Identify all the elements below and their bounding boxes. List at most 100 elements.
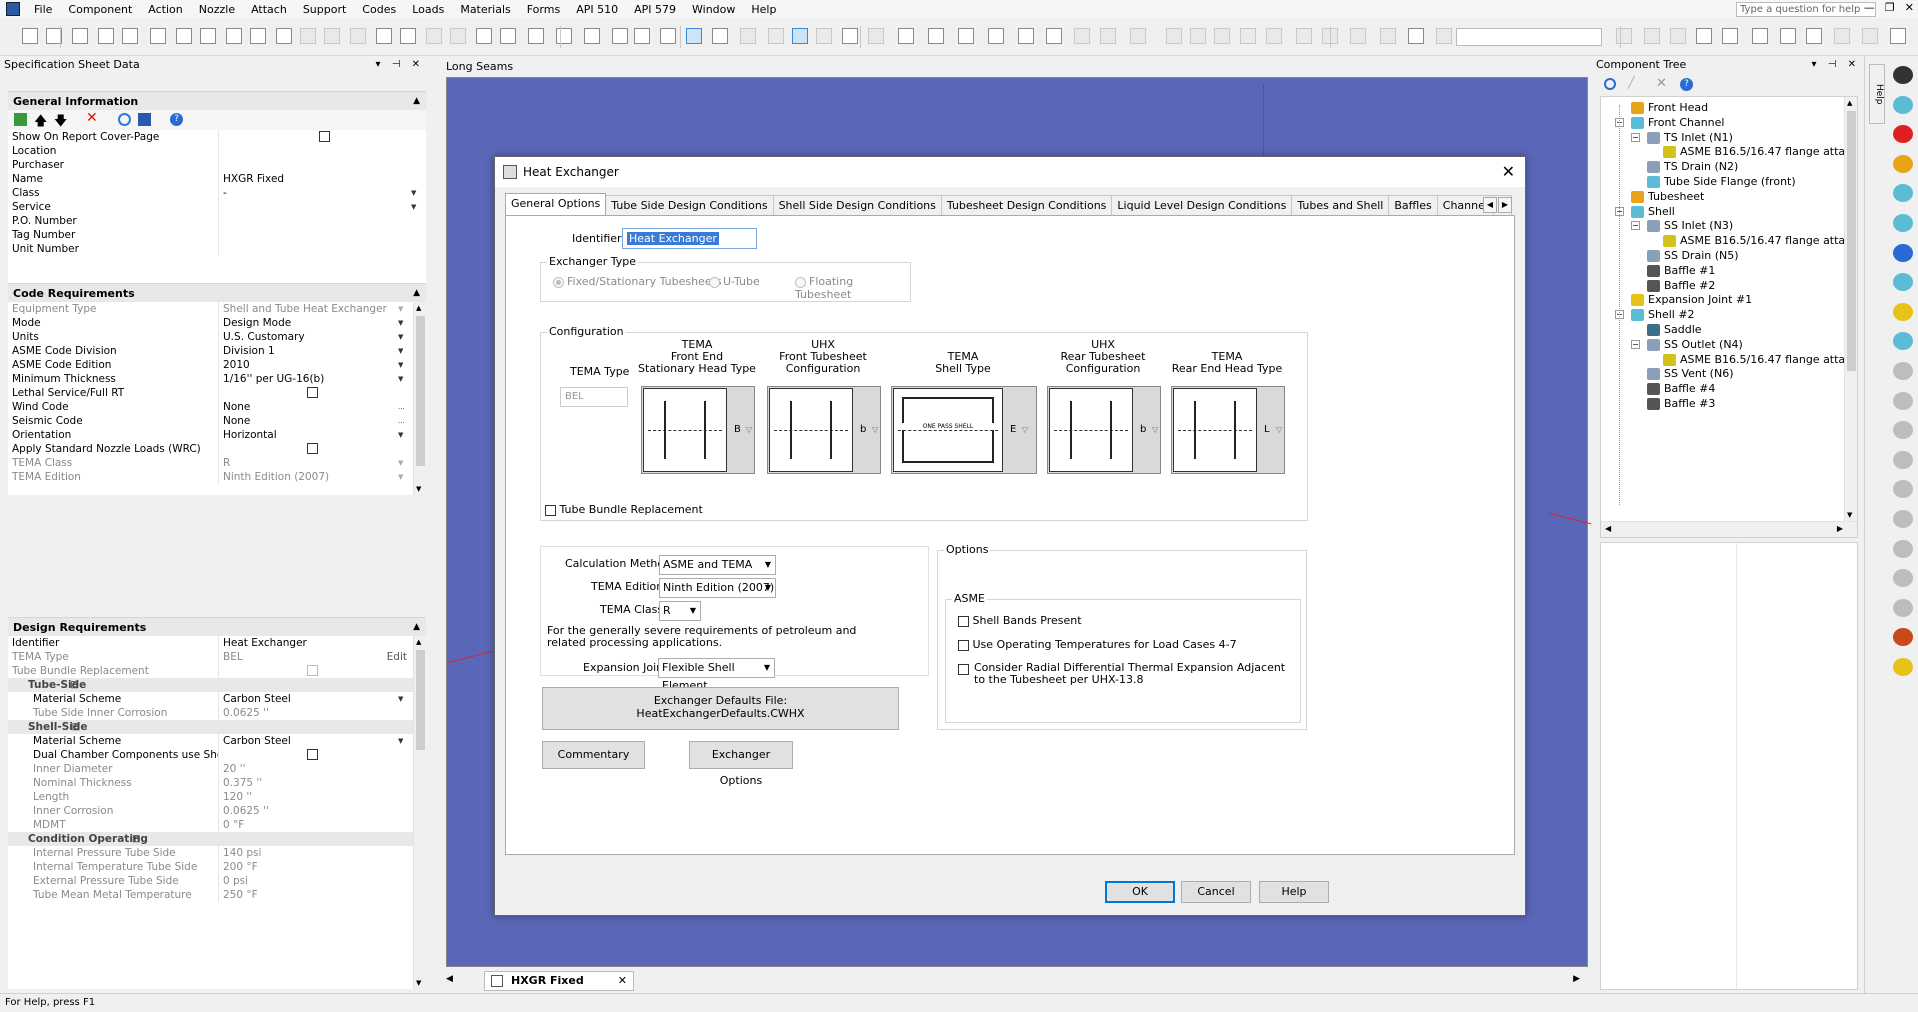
panel-buttons[interactable]: ▾ ⊣ ✕ [376, 56, 424, 74]
tube-bundle-replacement-check[interactable]: Tube Bundle Replacement [545, 503, 703, 516]
exchanger-options-button[interactable]: Exchanger Options [689, 741, 793, 787]
menu-item[interactable]: Action [140, 3, 190, 16]
tema-class-select[interactable]: R ▼ [659, 601, 701, 621]
property-value[interactable]: 2010 ▼ [218, 358, 413, 372]
tree-item[interactable]: Baffle #3 [1647, 395, 1715, 413]
toolbar-button-icon[interactable] [1214, 28, 1230, 44]
property-row[interactable]: ASME Code Edition 2010 ▼ [8, 358, 413, 372]
chevron-down-icon[interactable]: ▼ [398, 375, 407, 383]
chevron-down-icon[interactable]: ▼ [398, 695, 407, 703]
property-row[interactable]: Orientation Horizontal ▼ [8, 428, 413, 442]
chevron-down-icon[interactable]: ▼ [398, 459, 407, 467]
toolbar-button-icon[interactable] [868, 28, 884, 44]
toolbar-button-icon[interactable] [1100, 28, 1116, 44]
collapse-icon[interactable]: ⊟ [132, 832, 141, 846]
toolbar-button-icon[interactable] [898, 28, 914, 44]
toolbar-button-icon[interactable] [1380, 28, 1396, 44]
palette-item-icon[interactable] [1893, 184, 1913, 203]
property-row[interactable]: Tube Mean Metal Temperature 250 °F [8, 888, 413, 902]
tab-baffles[interactable]: Baffles [1388, 195, 1438, 215]
toolbar-button-icon[interactable] [612, 28, 628, 44]
property-value[interactable]: 0.0625 '' [218, 706, 413, 720]
property-value[interactable]: Ninth Edition (2007) ▼ [218, 470, 413, 484]
minimize-icon[interactable]: — [1864, 1, 1875, 14]
move-up-icon[interactable]: 🡅 [34, 112, 47, 134]
property-row[interactable]: Inner Diameter 20 '' [8, 762, 413, 776]
tab-right-icon[interactable]: ▶ [1498, 197, 1512, 213]
palette-item-icon[interactable] [1893, 302, 1913, 321]
collapse-icon[interactable]: ⊟ [70, 678, 79, 692]
tree-scrollbar[interactable]: ▲ ▼ [1844, 97, 1857, 521]
config-select-4[interactable]: L ▽ [1171, 386, 1285, 474]
collapse-icon[interactable]: − [1631, 132, 1640, 142]
toolbar-button-icon[interactable] [740, 28, 756, 44]
tab-scroll-right-icon[interactable]: ▶ [1573, 974, 1580, 984]
property-row[interactable]: MDMT 0 °F [8, 818, 413, 832]
restore-icon[interactable]: ❐ [1885, 1, 1895, 14]
property-row[interactable]: Tube Side Inner Corrosion 0.0625 '' [8, 706, 413, 720]
property-row[interactable]: Units U.S. Customary ▼ [8, 330, 413, 344]
delete-icon[interactable]: ✕ [86, 110, 98, 126]
toolbar-button-icon[interactable] [400, 28, 416, 44]
property-row[interactable]: Show On Report Cover-Page [8, 130, 426, 144]
palette-item-icon[interactable] [1893, 658, 1913, 676]
property-value[interactable]: 0.0625 '' [218, 804, 413, 818]
menu-item[interactable]: Codes [354, 3, 404, 16]
property-row[interactable]: External Pressure Tube Side 0 psi [8, 874, 413, 888]
help-button[interactable]: Help [1259, 881, 1329, 903]
operating-temps-check[interactable]: Use Operating Temperatures for Load Case… [958, 638, 1237, 651]
property-row[interactable]: Identifier Heat Exchanger [8, 636, 413, 650]
toolbar-button-icon[interactable] [686, 28, 702, 44]
app-icon[interactable] [6, 2, 20, 16]
config-select-2[interactable]: ONE PASS SHELL E ▽ [891, 386, 1037, 474]
property-row[interactable]: Tag Number [8, 228, 426, 242]
property-row[interactable]: Nominal Thickness 0.375 '' [8, 776, 413, 790]
palette-item-icon[interactable] [1893, 598, 1913, 617]
toolbar-button-icon[interactable] [1408, 28, 1424, 44]
property-value[interactable]: 120 '' [218, 790, 413, 804]
property-row[interactable]: Length 120 '' [8, 790, 413, 804]
tema-type-input[interactable]: BEL [560, 387, 628, 407]
toolbar-combo[interactable] [1456, 28, 1602, 46]
property-value[interactable]: 140 psi [218, 846, 413, 860]
code-requirements-heading[interactable]: Code Requirements ▲ [8, 283, 426, 302]
property-value[interactable]: - ▼ [218, 186, 426, 200]
toolbar-button-icon[interactable] [528, 28, 544, 44]
property-row[interactable]: Class - ▼ [8, 186, 426, 200]
ok-button[interactable]: OK [1105, 881, 1175, 903]
identifier-input[interactable]: Heat Exchanger [622, 228, 757, 249]
toolbar-button-icon[interactable] [1696, 28, 1712, 44]
toolbar-button-icon[interactable] [1722, 28, 1738, 44]
tab-scroll-left-icon[interactable]: ◀ [446, 974, 453, 984]
palette-item-icon[interactable] [1893, 450, 1913, 469]
toolbar-button-icon[interactable] [426, 28, 442, 44]
delete-icon[interactable]: ✕ [1656, 76, 1667, 91]
palette-item-icon[interactable] [1893, 154, 1913, 173]
property-row[interactable]: Purchaser [8, 158, 426, 172]
toolbar-button-icon[interactable] [300, 28, 316, 44]
checkbox[interactable] [307, 387, 318, 398]
ellipsis-icon[interactable]: ... [398, 403, 407, 411]
toolbar-button-icon[interactable] [1806, 28, 1822, 44]
property-row[interactable]: Tube-Side ⊟ [8, 678, 413, 692]
palette-item-icon[interactable] [1893, 480, 1913, 499]
palette-item-icon[interactable] [1893, 421, 1913, 440]
toolbar-button-icon[interactable] [1834, 28, 1850, 44]
property-value[interactable]: U.S. Customary ▼ [218, 330, 413, 344]
save-icon[interactable] [138, 113, 151, 126]
palette-item-icon[interactable] [1893, 391, 1913, 410]
property-row[interactable]: Inner Corrosion 0.0625 '' [8, 804, 413, 818]
toolbar-button-icon[interactable] [584, 28, 600, 44]
property-value[interactable]: Design Mode ▼ [218, 316, 413, 330]
toolbar-button-icon[interactable] [1616, 28, 1632, 44]
property-value[interactable]: Heat Exchanger [218, 636, 413, 650]
toolbar-button-icon[interactable] [122, 28, 138, 44]
toolbar-button-icon[interactable] [634, 28, 650, 44]
property-value[interactable] [218, 158, 426, 172]
property-value[interactable]: None... [218, 414, 413, 428]
property-value[interactable]: Shell and Tube Heat Exchanger ▼ [218, 302, 413, 316]
toolbar-button-icon[interactable] [1644, 28, 1660, 44]
checkbox[interactable] [319, 131, 330, 142]
tab-tubes-and-shell[interactable]: Tubes and Shell [1291, 195, 1390, 215]
palette-item-icon[interactable] [1893, 95, 1913, 114]
